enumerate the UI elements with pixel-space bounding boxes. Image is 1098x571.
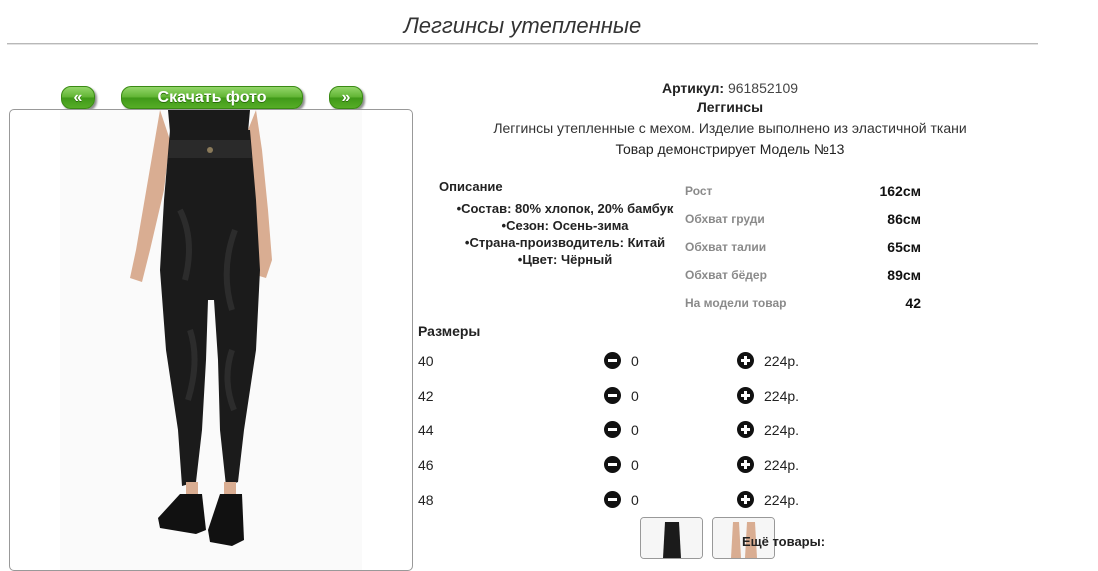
price-value: 224р. [764,388,800,404]
size-row: 48 0 224р. [418,491,818,512]
size-row: 46 0 224р. [418,456,818,477]
measurement-label: На модели товар [685,296,787,310]
article-number: 961852109 [727,80,799,96]
quantity-value: 0 [631,388,639,404]
description-item: Состав: 80% хлопок, 20% бамбук [430,200,700,217]
measurement-row: Обхват груди 86см [685,211,921,232]
description-heading: Описание [439,179,503,194]
size-label: 40 [418,353,434,369]
minus-icon[interactable] [604,421,621,438]
product-description: Леггинсы утепленные с мехом. Изделие вып… [493,120,967,136]
price-value: 224р. [764,492,800,508]
plus-icon[interactable] [737,387,754,404]
plus-icon[interactable] [737,491,754,508]
measurement-label: Обхват груди [685,212,765,226]
product-name: Леггинсы [696,99,764,115]
size-label: 44 [418,422,434,438]
measurement-label: Обхват бёдер [685,268,767,282]
size-label: 42 [418,388,434,404]
thumbnail-image [641,518,702,558]
measurement-value: 89см [887,267,921,283]
measurement-label: Рост [685,184,713,198]
article-line: Артикул: 961852109 [420,80,1040,96]
minus-icon[interactable] [604,387,621,404]
title-divider [7,43,1038,45]
sizes-heading: Размеры [418,323,481,339]
plus-icon[interactable] [737,456,754,473]
measurement-value: 86см [887,211,921,227]
description-item: Цвет: Чёрный [430,251,700,268]
plus-icon[interactable] [737,352,754,369]
measurement-value: 162см [879,183,921,199]
more-products-label: Ещё товары: [742,534,826,549]
price-value: 224р. [764,353,800,369]
plus-icon[interactable] [737,421,754,438]
quantity-value: 0 [631,492,639,508]
download-photo-button[interactable]: Скачать фото [121,86,303,109]
size-row: 42 0 224р. [418,387,818,408]
measurement-row: Обхват талии 65см [685,239,921,260]
product-photo [9,109,413,571]
prev-photo-button[interactable]: « [61,86,95,109]
next-photo-button[interactable]: » [329,86,363,109]
price-value: 224р. [764,422,800,438]
article-label: Артикул: [661,80,725,96]
measurement-row: Обхват бёдер 89см [685,267,921,288]
description-item: Сезон: Осень-зима [430,217,700,234]
description-list: Состав: 80% хлопок, 20% бамбук Сезон: Ос… [430,200,700,268]
size-row: 40 0 224р. [418,352,818,373]
related-product-thumbnail[interactable] [640,517,703,559]
measurement-row: На модели товар 42 [685,295,921,316]
quantity-value: 0 [631,353,639,369]
price-value: 224р. [764,457,800,473]
minus-icon[interactable] [604,352,621,369]
quantity-value: 0 [631,422,639,438]
size-label: 46 [418,457,434,473]
leggings-model-image [60,110,362,570]
size-row: 44 0 224р. [418,421,818,442]
page-title: Леггинсы утепленные [403,13,642,38]
measurement-value: 42 [905,295,921,311]
description-item: Страна-производитель: Китай [430,234,700,251]
measurement-row: Рост 162см [685,183,921,204]
minus-icon[interactable] [604,456,621,473]
minus-icon[interactable] [604,491,621,508]
model-info: Товар демонстрирует Модель №13 [615,141,845,157]
measurement-label: Обхват талии [685,240,767,254]
quantity-value: 0 [631,457,639,473]
size-label: 48 [418,492,434,508]
measurement-value: 65см [887,239,921,255]
